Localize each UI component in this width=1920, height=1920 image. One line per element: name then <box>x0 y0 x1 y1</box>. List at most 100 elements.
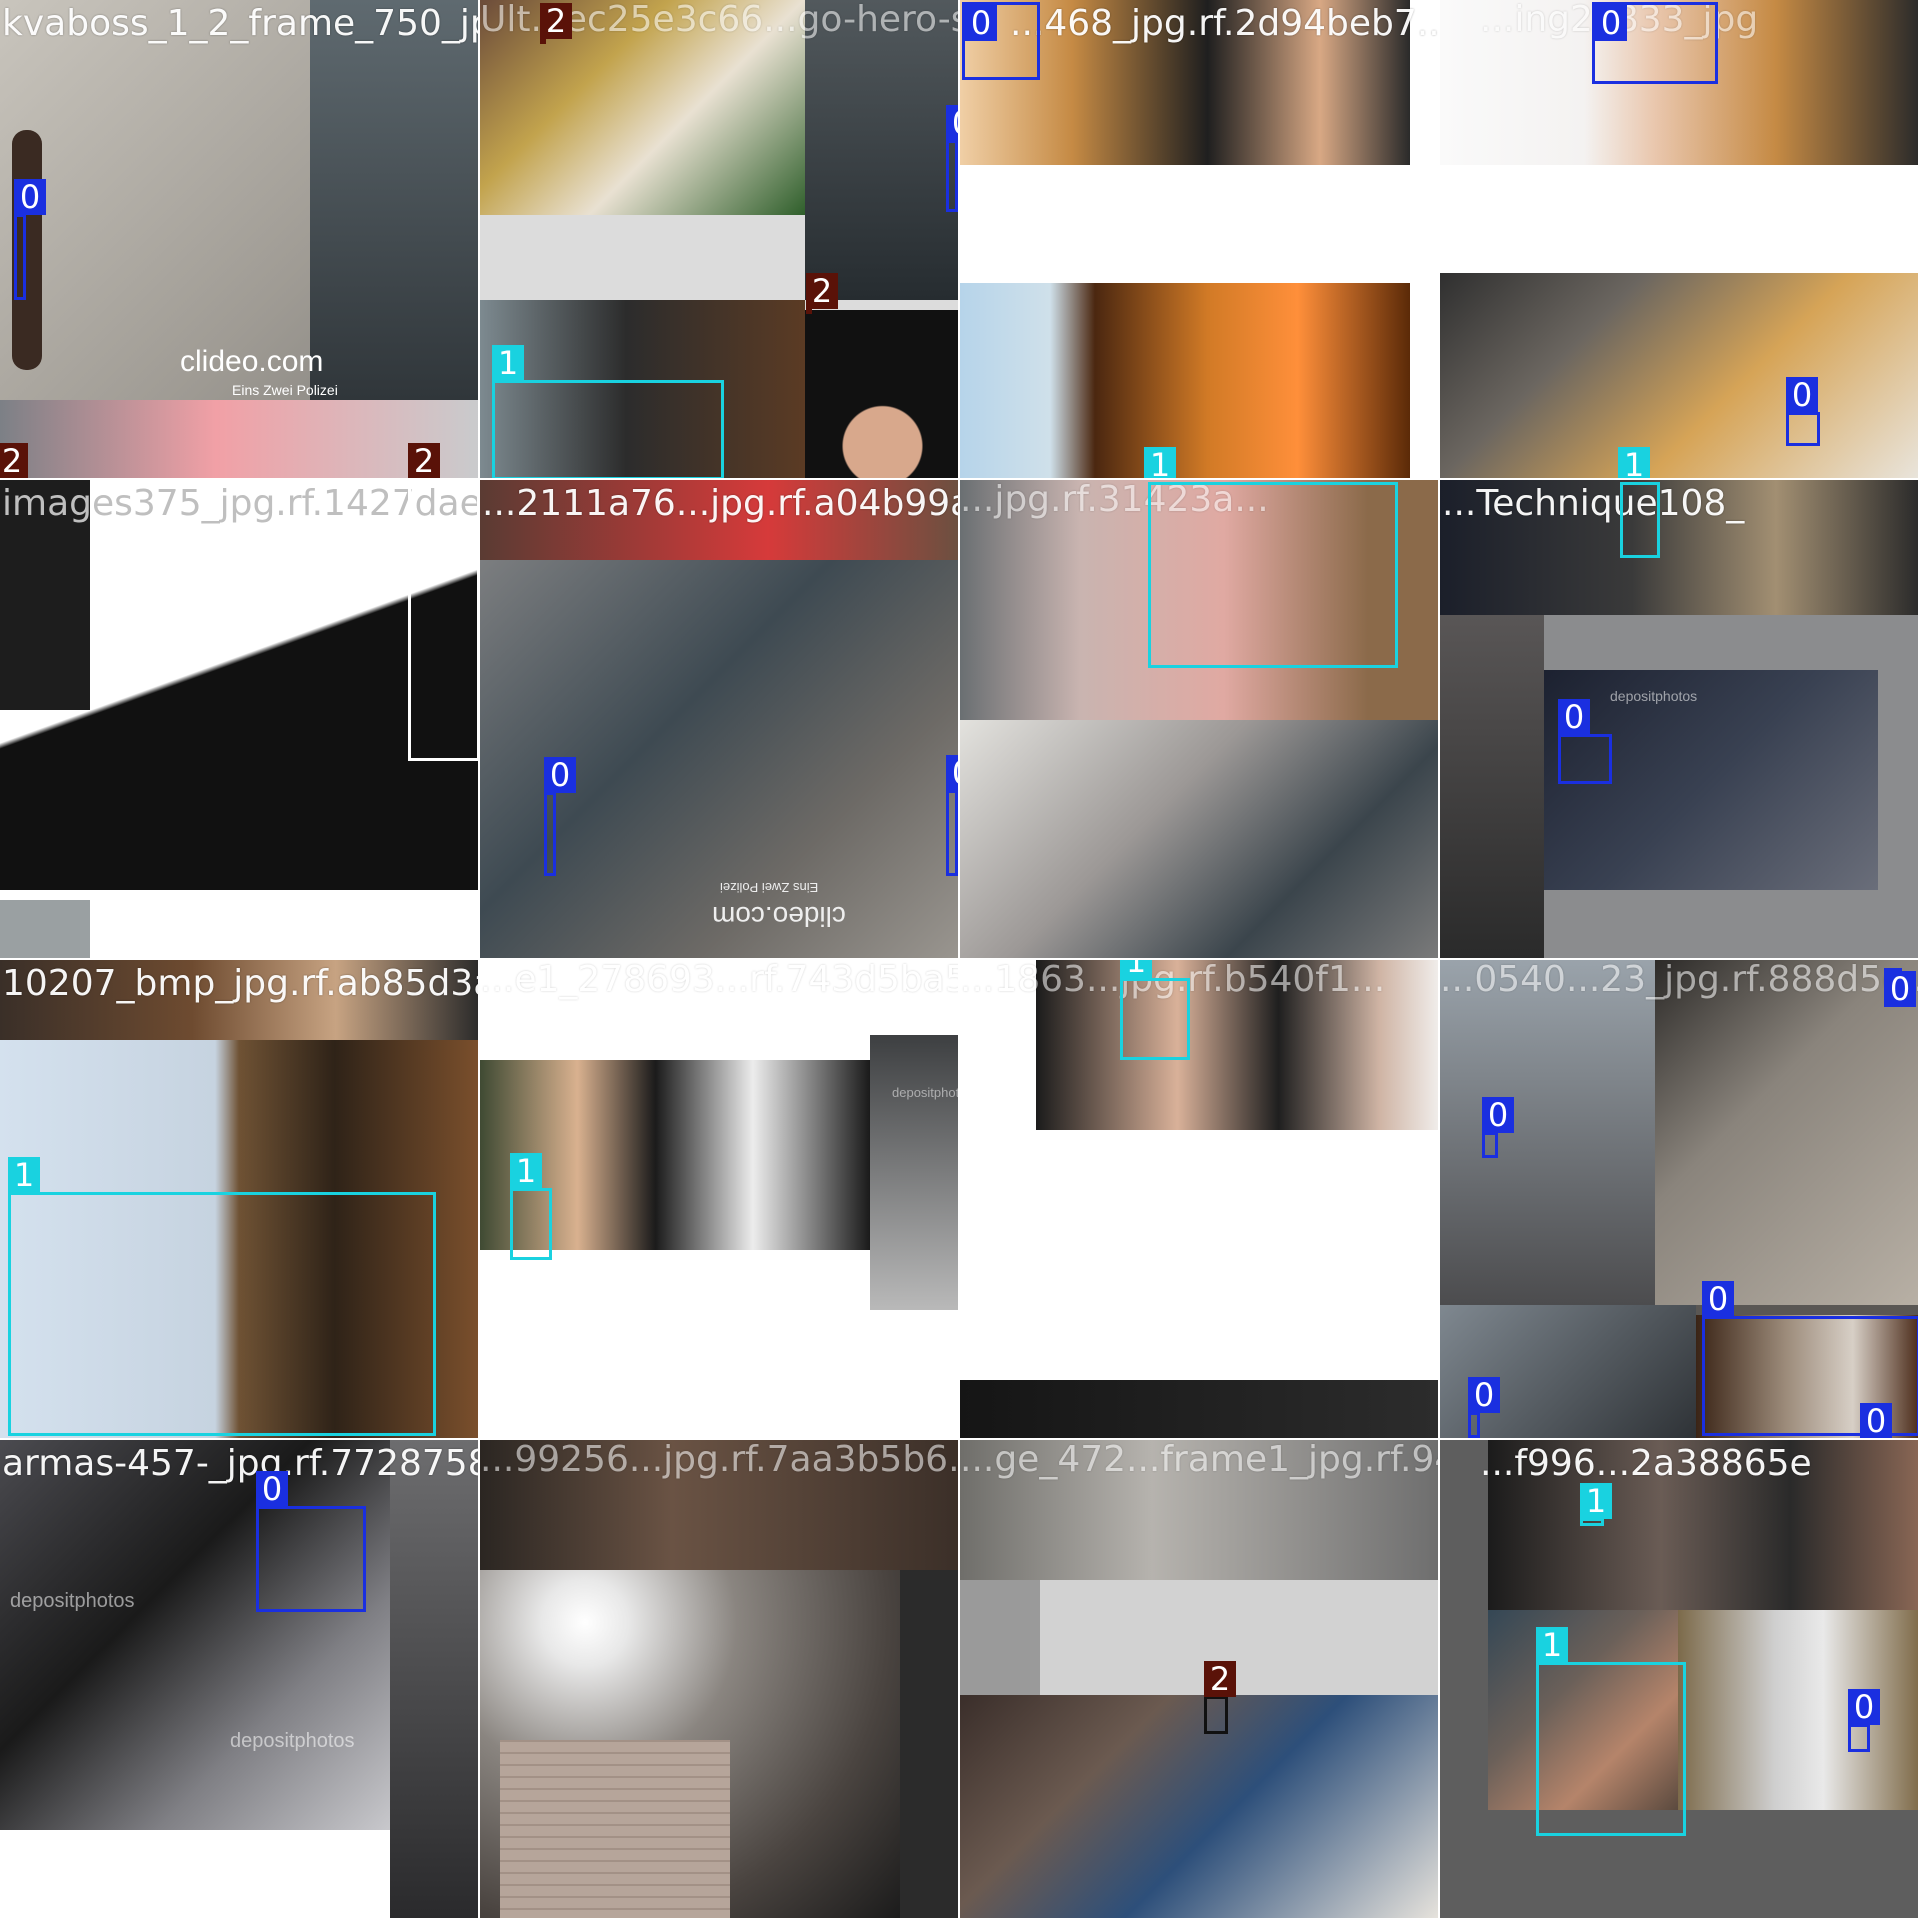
mosaic-grid: clideo.com Eins Zwei Polizei kvaboss_1_2… <box>0 0 1920 1920</box>
gray-band <box>1040 1580 1438 1695</box>
bbox-class-1: 1 <box>8 1157 436 1436</box>
tile-t00: clideo.com Eins Zwei Polizei kvaboss_1_2… <box>0 0 480 480</box>
bbox-label: 0 <box>1468 1377 1500 1413</box>
tile-t11: ...0540...23_jpg.rf.888d5c... 0 0 0 0 0 <box>1440 960 1920 1440</box>
bbox-label: 0 <box>1786 377 1818 413</box>
tile-t10: ...1863...jpg.rf.b540f1... 1 <box>960 960 1440 1440</box>
bbox-outline <box>408 483 478 761</box>
pixelated-hand-image <box>960 283 1410 478</box>
bbox-label: 1 <box>492 345 524 381</box>
tile-t04: images375_jpg.rf.1427dae4 <box>0 480 480 960</box>
bbox-label: 0 <box>946 755 958 791</box>
bbox-label: 2 <box>540 3 572 39</box>
bbox-class-1: 1 <box>1120 960 1190 1060</box>
left-forest-strip <box>1440 615 1544 958</box>
cctv-car-image <box>805 0 958 300</box>
supermarket-aisle-image <box>960 1695 1438 1918</box>
masked-face-image <box>805 310 958 478</box>
bbox-class-0: 0 <box>544 757 576 876</box>
bbox-class-0: 0 <box>946 755 958 876</box>
tile-t13: ...99256...jpg.rf.7aa3b5b6... <box>480 1440 960 1920</box>
bbox-class-0: 0 <box>256 1471 366 1612</box>
bbox-label: 1 <box>8 1157 40 1193</box>
bbox-label: 0 <box>1860 1403 1892 1438</box>
bbox-class-0: 0 <box>1848 1689 1880 1752</box>
tile-t06: ...jpg.rf.31423a... <box>960 480 1440 960</box>
bbox-label: 0 <box>965 5 997 41</box>
bbox-label: 0 <box>1848 1689 1880 1725</box>
bbox-label: 0 <box>1702 1281 1734 1317</box>
watermark-polizei: Eins Zwei Polizei <box>720 880 819 895</box>
bbox-label: 1 <box>1618 447 1650 478</box>
bbox-class-0: 0 <box>946 105 958 212</box>
gray-corner <box>0 900 90 958</box>
bbox-label: 1 <box>510 1153 542 1189</box>
office-cctv-image <box>1440 273 1918 478</box>
watermark-depositphotos: depositphotos <box>892 1085 960 1100</box>
tile-t05: clideo.com Eins Zwei Polizei ...2111a76.… <box>480 480 960 960</box>
bbox-class-1: 1 <box>510 1153 552 1260</box>
bbox-label: 1 <box>1120 960 1152 979</box>
bbox-class-2: 2 <box>1204 1661 1236 1734</box>
tile-filename: ...f996...2a38865e <box>1480 1443 1812 1484</box>
bbox-class-0: 0 <box>1558 699 1612 784</box>
tile-t12: depositphotos depositphotos armas-457-_j… <box>0 1440 480 1920</box>
bbox-class-1 <box>1620 482 1660 558</box>
tile-t03: ...ing20833_jpg 0 0 1 <box>1440 0 1920 480</box>
bbox-label: 0 <box>1884 971 1916 1007</box>
tile-filename: ...ge_472...frame1_jpg.rf.94f... <box>960 1440 1438 1480</box>
bbox-class-2: 2 <box>806 273 838 314</box>
tile-t01: Ult...ec25e3c66...go-hero-sho... 0 1 2 2 <box>480 0 960 480</box>
bbox-label: 2 <box>0 443 28 478</box>
tile-filename: ...e1_278693...rf.743d5ba5247... <box>480 960 958 1000</box>
car-photo-region <box>310 0 478 400</box>
tile-filename: armas-457-_jpg.rf.77287586 <box>2 1443 480 1484</box>
watermark-clideo: clideo.com <box>180 345 324 378</box>
tile-filename: ...468_jpg.rf.2d94beb7... <box>1010 3 1440 44</box>
bbox-class-1: 1 <box>1536 1627 1686 1836</box>
bbox-class-0: 0 <box>1482 1097 1514 1158</box>
tile-filename: ...Technique108_ <box>1442 483 1745 524</box>
bbox-label: 2 <box>1204 1661 1236 1697</box>
bbox-class-1-large <box>1148 482 1398 668</box>
bbox-class-1: 1 <box>1580 1483 1612 1526</box>
bbox-label: 1 <box>1536 1627 1568 1663</box>
bbox-label: 2 <box>408 443 440 478</box>
tile-t09: depositphotos ...e1_278693...rf.743d5ba5… <box>480 960 960 1440</box>
watermark-depositphotos: depositphotos <box>10 1590 135 1612</box>
watermark-depositphotos: depositphotos <box>1610 688 1698 704</box>
bbox-class-0: 0 <box>1884 968 1916 1007</box>
bbox-class-2: 2 <box>540 3 572 44</box>
bbox-label: 0 <box>946 105 958 141</box>
bbox-class-0: 0 <box>962 2 1040 80</box>
tile-t14: ...ge_472...frame1_jpg.rf.94f... 2 <box>960 1440 1440 1920</box>
bbox-class-1: 1 <box>492 345 724 478</box>
bbox-label: 0 <box>544 757 576 793</box>
bbox-class-0: 0 <box>1786 377 1820 446</box>
car-bars-image <box>960 720 1438 958</box>
bbox-label: 0 <box>1558 699 1590 735</box>
watermark-depositphotos-2: depositphotos <box>230 1730 355 1752</box>
bbox-class-0: 0 <box>1592 2 1718 84</box>
office-floor-image <box>1655 960 1918 1305</box>
tile-t15: ...f996...2a38865e 1 1 0 <box>1440 1440 1920 1920</box>
dark-bottom-band <box>960 1380 1438 1438</box>
bbox-label: 0 <box>14 179 46 215</box>
tile-filename: ...0540...23_jpg.rf.888d5c... <box>1440 960 1920 1000</box>
tile-t02: ...468_jpg.rf.2d94beb7... 0 1 <box>960 0 1440 480</box>
bbox-label: 0 <box>1482 1097 1514 1133</box>
bbox-label: 1 <box>1144 447 1176 478</box>
tile-filename: ...99256...jpg.rf.7aa3b5b6... <box>480 1440 960 1480</box>
bbox-class-0: 0 <box>14 179 46 300</box>
right-strip <box>390 1440 478 1918</box>
watermark-polizei: Eins Zwei Polizei <box>232 382 338 398</box>
bbox-label: 0 <box>1595 5 1627 41</box>
tile-t07: depositphotos ...Technique108_ 0 <box>1440 480 1920 960</box>
brick-wall <box>500 1740 730 1918</box>
glass-doors-image <box>1678 1610 1918 1810</box>
watermark-clideo: clideo.com <box>712 901 846 932</box>
tile-t08: 10207_bmp_jpg.rf.ab85d3af 1 <box>0 960 480 1440</box>
tile-filename: ...2111a76...jpg.rf.a04b99a58b4... <box>482 483 958 524</box>
bbox-label: 1 <box>1580 1483 1612 1519</box>
bbox-label: 2 <box>806 273 838 309</box>
